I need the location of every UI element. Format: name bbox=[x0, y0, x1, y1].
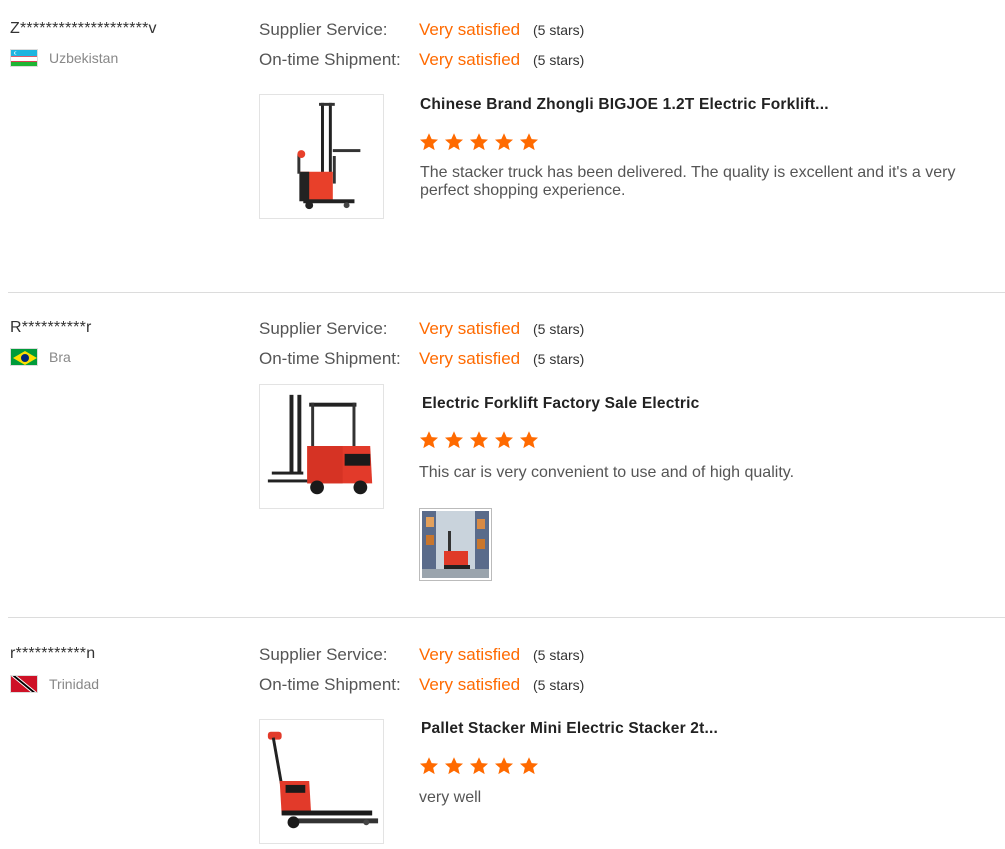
review-divider bbox=[8, 292, 1005, 293]
buyer-country: Uzbekistan bbox=[10, 49, 118, 67]
product-title-link[interactable]: Pallet Stacker Mini Electric Stacker 2t.… bbox=[421, 720, 718, 738]
country-name: Uzbekistan bbox=[49, 50, 119, 66]
star-icon bbox=[444, 132, 464, 152]
supplier-service-label: Supplier Service: bbox=[259, 319, 388, 338]
on-time-shipment-rating: On-time Shipment: Very satisfied (5 star… bbox=[259, 50, 584, 70]
uzbekistan-flag-icon bbox=[10, 49, 38, 67]
review-comment: This car is very convenient to use and o… bbox=[419, 464, 795, 481]
on-time-shipment-label: On-time Shipment: bbox=[259, 50, 401, 69]
review-star-rating bbox=[419, 132, 544, 152]
supplier-service-value: Very satisfied bbox=[419, 319, 521, 338]
star-icon bbox=[444, 756, 464, 776]
star-icon bbox=[469, 132, 489, 152]
supplier-service-value: Very satisfied bbox=[419, 645, 521, 664]
review-photo-thumbnail[interactable] bbox=[419, 508, 492, 581]
star-icon bbox=[444, 430, 464, 450]
review-star-rating bbox=[419, 430, 544, 450]
supplier-service-rating: Supplier Service: Very satisfied (5 star… bbox=[259, 20, 584, 40]
buyer-country: Bra bbox=[10, 348, 71, 366]
brazil-flag-icon bbox=[10, 348, 38, 366]
stacker-truck-image bbox=[297, 102, 361, 210]
review-star-rating bbox=[419, 756, 544, 776]
product-thumbnail[interactable] bbox=[259, 94, 384, 219]
star-icon bbox=[519, 132, 539, 152]
product-title-link[interactable]: Chinese Brand Zhongli BIGJOE 1.2T Electr… bbox=[420, 96, 829, 114]
supplier-service-label: Supplier Service: bbox=[259, 645, 388, 664]
on-time-shipment-rating: On-time Shipment: Very satisfied (5 star… bbox=[259, 349, 584, 369]
country-name: Bra bbox=[49, 349, 71, 365]
review-divider bbox=[8, 617, 1005, 618]
on-time-shipment-rating: On-time Shipment: Very satisfied (5 star… bbox=[259, 675, 584, 695]
supplier-service-label: Supplier Service: bbox=[259, 20, 388, 39]
electric-forklift-image bbox=[267, 394, 373, 495]
buyer-name: R**********r bbox=[10, 319, 92, 336]
on-time-shipment-value: Very satisfied bbox=[419, 675, 521, 694]
review-comment: The stacker truck has been delivered. Th… bbox=[420, 164, 956, 199]
star-icon bbox=[494, 132, 514, 152]
on-time-shipment-label: On-time Shipment: bbox=[259, 675, 401, 694]
on-time-shipment-value: Very satisfied bbox=[419, 50, 521, 69]
on-time-shipment-stars: (5 stars) bbox=[533, 677, 585, 693]
star-icon bbox=[494, 756, 514, 776]
star-icon bbox=[469, 756, 489, 776]
buyer-country: Trinidad bbox=[10, 675, 99, 693]
pallet-stacker-image bbox=[267, 731, 379, 829]
supplier-service-rating: Supplier Service: Very satisfied (5 star… bbox=[259, 645, 584, 665]
star-icon bbox=[419, 756, 439, 776]
on-time-shipment-value: Very satisfied bbox=[419, 349, 521, 368]
product-title-link[interactable]: Electric Forklift Factory Sale Electric bbox=[422, 395, 699, 413]
country-name: Trinidad bbox=[49, 676, 100, 692]
on-time-shipment-label: On-time Shipment: bbox=[259, 349, 401, 368]
supplier-service-stars: (5 stars) bbox=[533, 647, 585, 663]
star-icon bbox=[494, 430, 514, 450]
star-icon bbox=[519, 430, 539, 450]
warehouse-photo-image bbox=[422, 511, 489, 578]
product-thumbnail[interactable] bbox=[259, 719, 384, 844]
on-time-shipment-stars: (5 stars) bbox=[533, 351, 585, 367]
supplier-service-stars: (5 stars) bbox=[533, 321, 585, 337]
product-thumbnail[interactable] bbox=[259, 384, 384, 509]
star-icon bbox=[469, 430, 489, 450]
star-icon bbox=[419, 430, 439, 450]
star-icon bbox=[519, 756, 539, 776]
star-icon bbox=[419, 132, 439, 152]
buyer-name: Z********************v bbox=[10, 20, 157, 37]
trinidad-flag-icon bbox=[10, 675, 38, 693]
on-time-shipment-stars: (5 stars) bbox=[533, 52, 585, 68]
review-comment: very well bbox=[419, 789, 482, 806]
supplier-service-stars: (5 stars) bbox=[533, 22, 585, 38]
supplier-service-rating: Supplier Service: Very satisfied (5 star… bbox=[259, 319, 584, 339]
supplier-service-value: Very satisfied bbox=[419, 20, 521, 39]
review-item: Z********************v Uzbekistan Suppli… bbox=[0, 0, 1005, 290]
buyer-name: r***********n bbox=[10, 645, 96, 662]
